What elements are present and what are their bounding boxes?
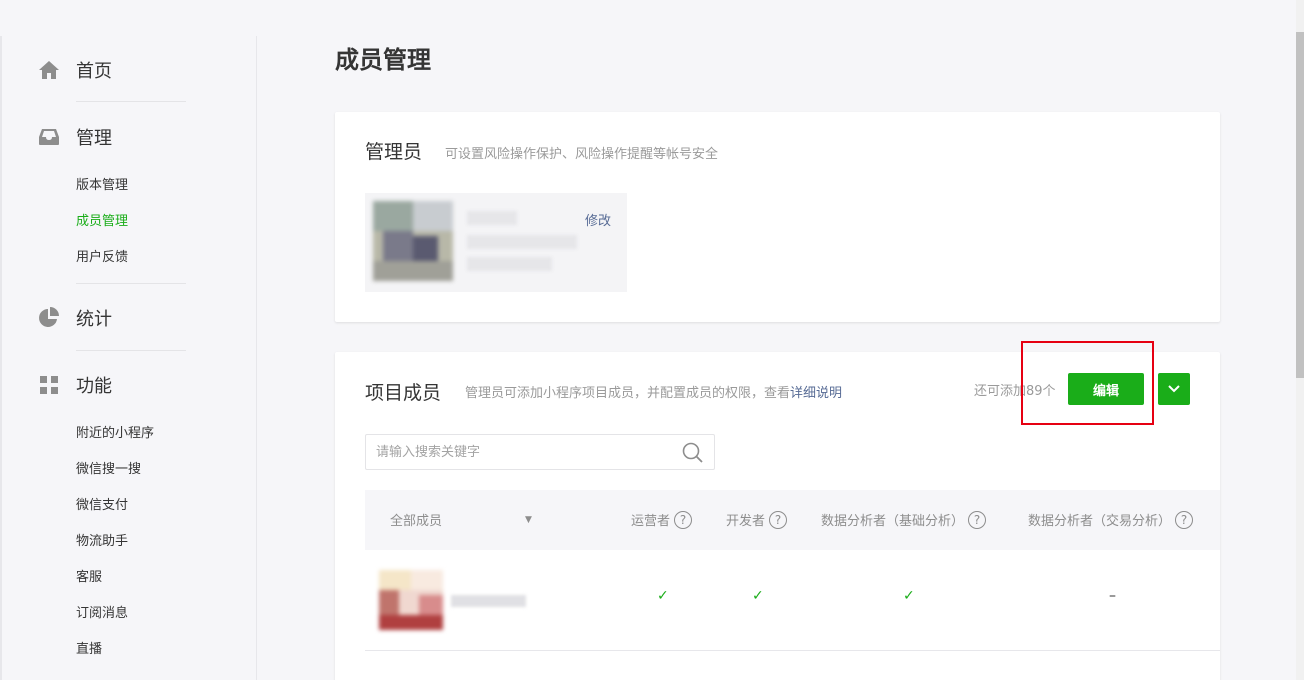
data-analyst-trade-dash: – <box>1109 588 1116 604</box>
nav-separator <box>76 350 186 351</box>
page-scrollbar-thumb[interactable] <box>1296 32 1304 378</box>
column-data-analyst-trade-label: 数据分析者（交易分析） <box>1028 514 1172 529</box>
column-developer: 开发者 ? <box>726 510 788 529</box>
members-table-header: 全部成员 ▼ 运营者 ? 开发者 ? 数据分析者（基础分析） ? 数据分析者（交… <box>365 490 1220 550</box>
admin-profile: 修改 <box>365 193 627 292</box>
members-card-title: 项目成员 <box>365 382 442 404</box>
data-analyst-basic-check: ✓ <box>903 588 915 604</box>
members-card-tip: 管理员可添加小程序项目成员，并配置成员的权限，查看详细说明 <box>465 382 842 401</box>
developer-check: ✓ <box>752 588 764 604</box>
edit-admin-link[interactable]: 修改 <box>585 210 611 229</box>
more-options-button[interactable] <box>1158 373 1190 405</box>
grid-icon <box>38 374 60 396</box>
help-icon[interactable]: ? <box>769 510 788 529</box>
column-data-analyst-trade: 数据分析者（交易分析） ? <box>1028 510 1194 529</box>
admin-card-title: 管理员 <box>365 141 423 163</box>
admin-card-tip: 可设置风险操作保护、风险操作提醒等帐号安全 <box>445 147 719 162</box>
nav-separator <box>76 283 186 284</box>
sidebar-item-customer-service[interactable]: 客服 <box>76 569 102 587</box>
column-data-analyst-basic-label: 数据分析者（基础分析） <box>821 514 965 529</box>
avatar <box>373 201 453 281</box>
chevron-down-icon <box>1168 382 1180 397</box>
sidebar-item-live[interactable]: 直播 <box>76 641 102 659</box>
caret-down-icon: ▼ <box>525 514 532 525</box>
sidebar-item-wechat-search[interactable]: 微信搜一搜 <box>76 461 141 479</box>
search-box <box>365 434 715 470</box>
sidebar-divider <box>256 36 257 680</box>
sidebar-item-logistics[interactable]: 物流助手 <box>76 533 128 551</box>
table-row: ✓ ✓ ✓ – <box>365 550 1220 651</box>
pie-chart-icon <box>38 307 60 329</box>
admin-info-blurred <box>467 235 577 249</box>
details-link[interactable]: 详细说明 <box>790 386 842 401</box>
sidebar-item-member-manage[interactable]: 成员管理 <box>76 213 128 231</box>
search-icon[interactable] <box>682 442 704 464</box>
operator-check: ✓ <box>657 588 669 604</box>
sidebar: 首页 管理 版本管理 成员管理 用户反馈 统计 功能 附近的小程序 微信搜一搜 … <box>0 0 257 680</box>
column-operator: 运营者 ? <box>631 510 693 529</box>
nav-manage[interactable]: 管理 <box>38 125 112 149</box>
nav-stats-label: 统计 <box>76 309 112 330</box>
sidebar-item-version-manage[interactable]: 版本管理 <box>76 177 128 195</box>
members-card-tip-text: 管理员可添加小程序项目成员，并配置成员的权限，查看 <box>465 386 791 401</box>
member-name-blurred <box>451 595 526 607</box>
sidebar-item-subscribe-message[interactable]: 订阅消息 <box>76 605 128 623</box>
admin-card: 管理员 可设置风险操作保护、风险操作提醒等帐号安全 修改 <box>335 112 1220 322</box>
avatar <box>379 570 443 630</box>
column-developer-label: 开发者 <box>726 514 766 529</box>
help-icon[interactable]: ? <box>674 510 693 529</box>
nav-separator <box>76 101 186 102</box>
member-filter-dropdown[interactable]: 全部成员 ▼ <box>390 510 532 529</box>
sidebar-item-user-feedback[interactable]: 用户反馈 <box>76 249 128 267</box>
nav-home-label: 首页 <box>76 61 112 82</box>
column-operator-label: 运营者 <box>631 514 671 529</box>
help-icon[interactable]: ? <box>968 510 987 529</box>
column-data-analyst-basic: 数据分析者（基础分析） ? <box>821 510 987 529</box>
sidebar-item-wechat-pay[interactable]: 微信支付 <box>76 497 128 515</box>
admin-name-blurred <box>467 211 517 225</box>
nav-home[interactable]: 首页 <box>38 58 112 82</box>
inbox-icon <box>38 126 60 148</box>
nav-stats[interactable]: 统计 <box>38 306 112 330</box>
nav-features[interactable]: 功能 <box>38 373 112 397</box>
sidebar-item-nearby-miniprogram[interactable]: 附近的小程序 <box>76 425 154 443</box>
nav-features-label: 功能 <box>76 376 112 397</box>
member-filter-label: 全部成员 <box>390 514 443 529</box>
admin-info-blurred <box>467 257 552 271</box>
left-edge-divider <box>0 36 2 680</box>
highlight-annotation <box>1021 341 1154 425</box>
page-title: 成员管理 <box>335 46 431 74</box>
search-input[interactable] <box>366 435 676 469</box>
nav-manage-label: 管理 <box>76 128 112 149</box>
help-icon[interactable]: ? <box>1175 510 1194 529</box>
home-icon <box>38 59 60 81</box>
